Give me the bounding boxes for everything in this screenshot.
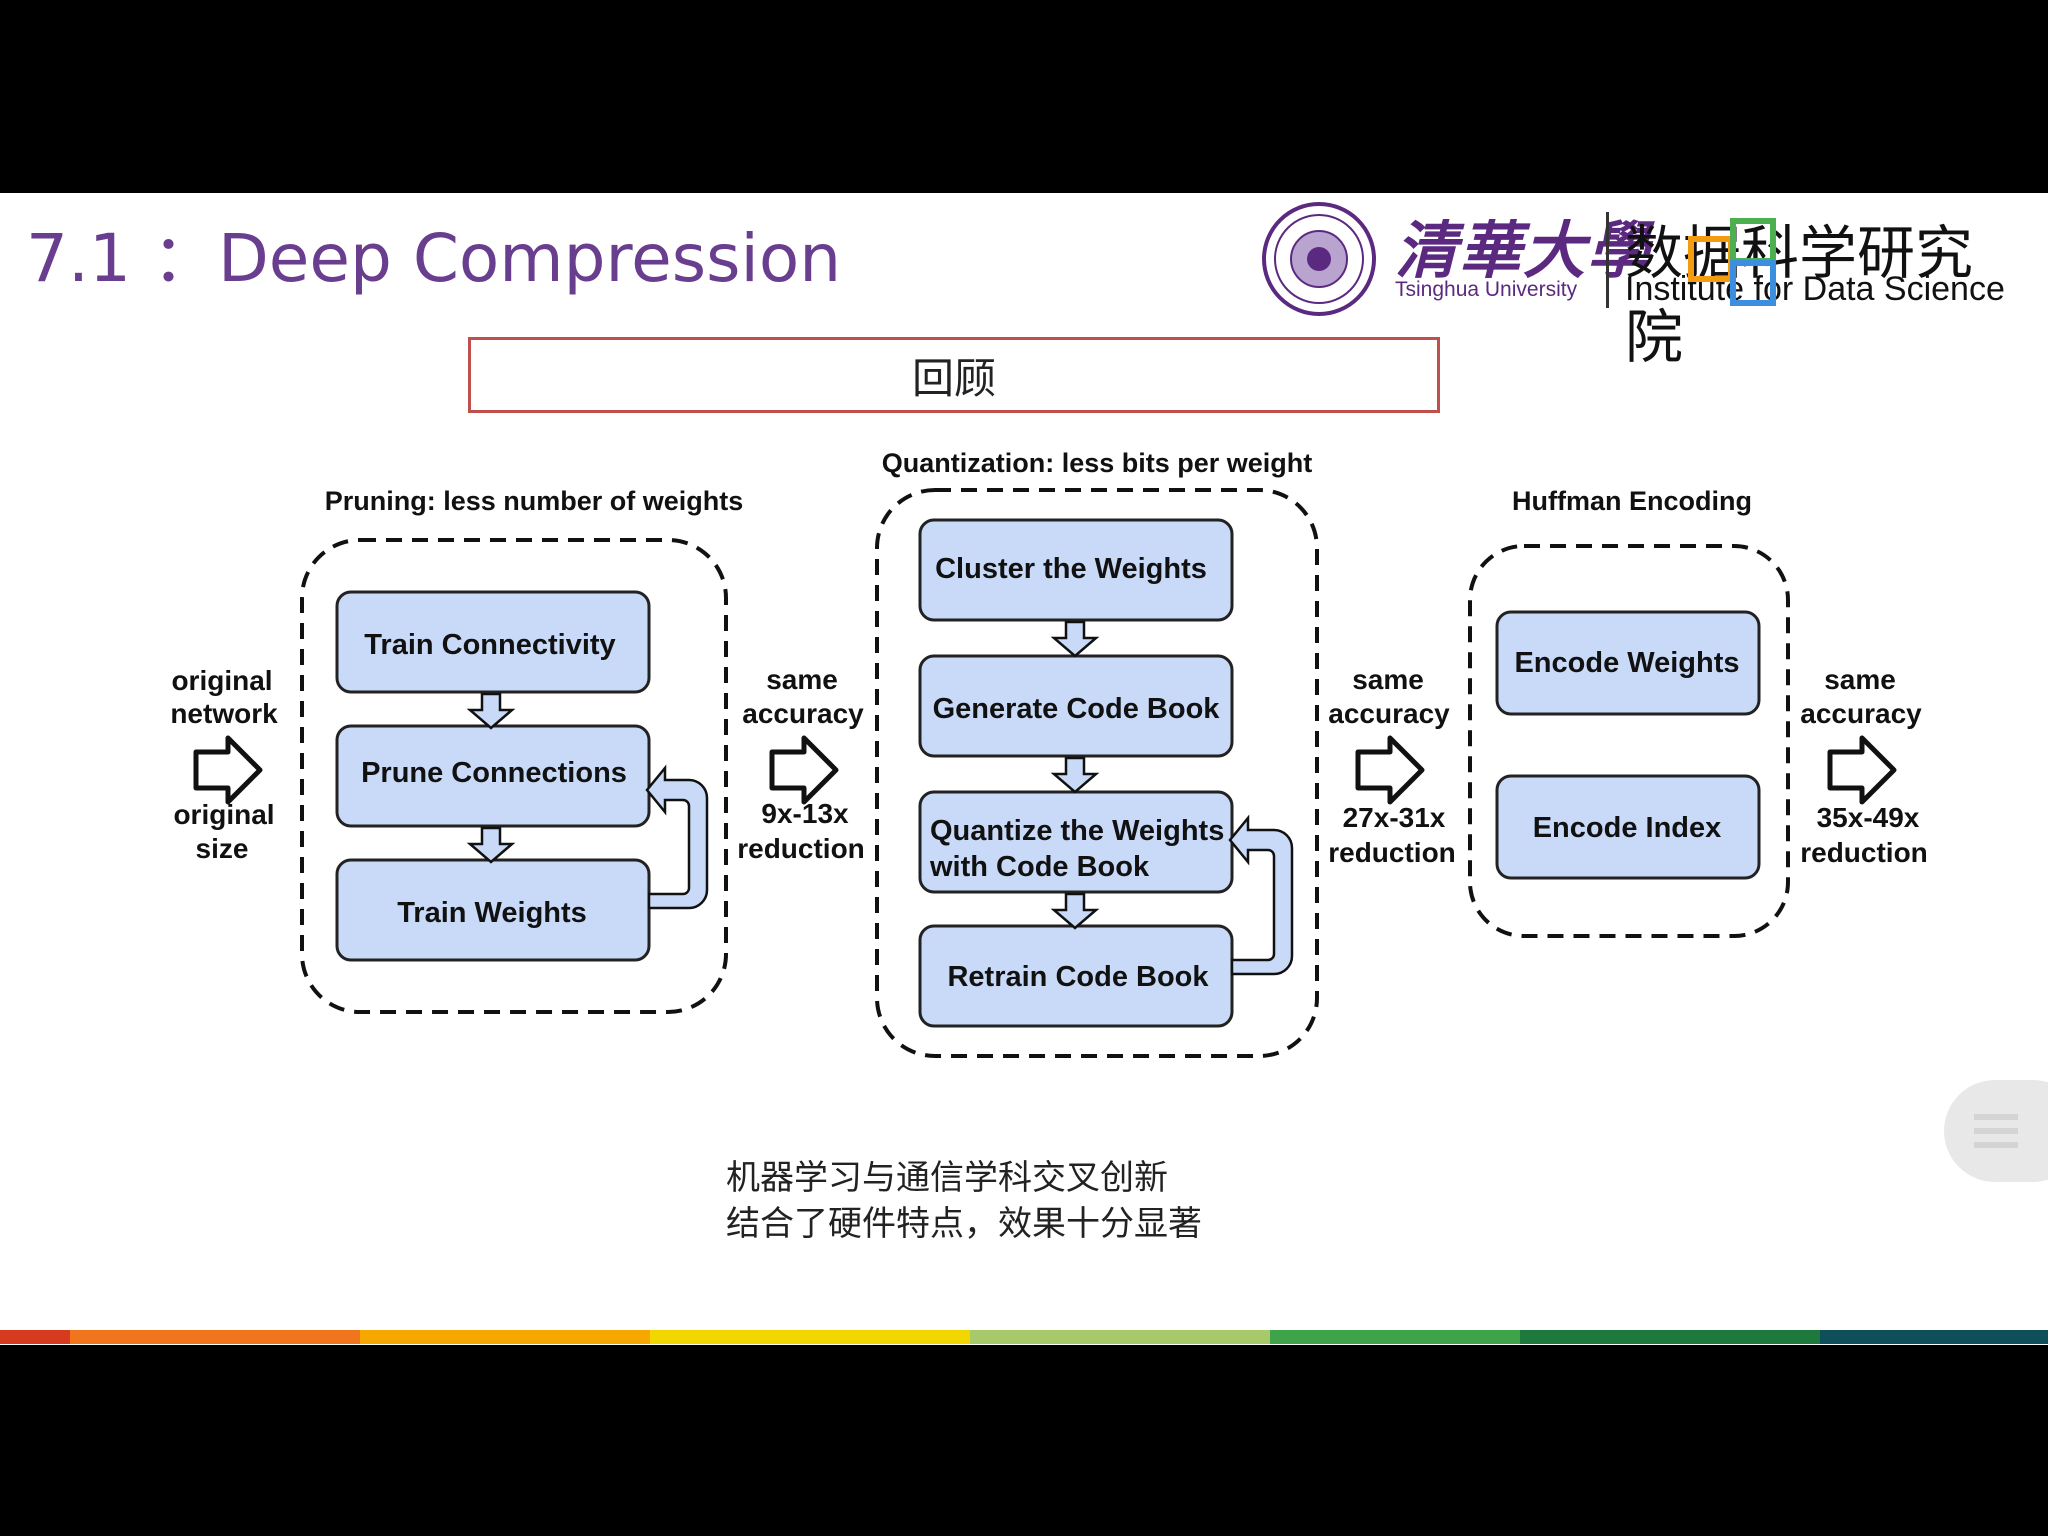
stage2-reduction-label: reduction <box>1328 837 1456 868</box>
menu-icon <box>1974 1128 2018 1134</box>
footer-caption: 机器学习与通信学科交叉创新 结合了硬件特点，效果十分显著 <box>726 1155 1202 1247</box>
stripe-segment <box>70 1330 360 1344</box>
train-connectivity-label: Train Connectivity <box>364 629 615 661</box>
encode-weights-label: Encode Weights <box>1514 647 1739 679</box>
input-label-line2: network <box>170 698 278 729</box>
stage1-reduction-label: reduction <box>737 833 865 864</box>
quantization-heading: Quantization: less bits per weight <box>882 448 1313 478</box>
retrain-code-book-label: Retrain Code Book <box>947 961 1209 993</box>
huffman-heading: Huffman Encoding <box>1512 486 1752 516</box>
down-arrow-icon <box>1050 756 1100 794</box>
right-arrow-icon <box>769 735 839 805</box>
stage3-accuracy-line1: same <box>1824 664 1896 695</box>
stripe-segment <box>970 1330 1270 1344</box>
down-arrow-icon <box>1050 892 1100 930</box>
stripe-segment <box>0 1330 70 1344</box>
stripe-segment <box>1270 1330 1520 1344</box>
down-arrow-icon <box>1050 620 1100 658</box>
stripe-segment <box>1520 1330 1820 1344</box>
stage1-accuracy-line2: accuracy <box>742 698 864 729</box>
stripe-segment <box>1820 1330 2048 1344</box>
footer-line-1: 机器学习与通信学科交叉创新 <box>726 1158 1168 1198</box>
train-weights-label: Train Weights <box>397 897 587 929</box>
stage1-reduction-value: 9x-13x <box>761 798 849 829</box>
generate-code-book-label: Generate Code Book <box>933 693 1221 725</box>
pruning-heading: Pruning: less number of weights <box>325 486 744 516</box>
stage3-accuracy-line2: accuracy <box>1800 698 1922 729</box>
input-size-line1: original <box>173 799 274 830</box>
side-menu-button[interactable] <box>1944 1080 2048 1182</box>
deep-compression-diagram: Pruning: less number of weights Quantiza… <box>170 448 1928 1058</box>
right-arrow-icon <box>1827 735 1897 805</box>
stage1-accuracy-line1: same <box>766 664 838 695</box>
quantize-weights-label-line1: Quantize the Weights <box>930 815 1224 847</box>
pruning-feedback-loop-arrow <box>645 764 709 910</box>
footer-line-2: 结合了硬件特点，效果十分显著 <box>726 1204 1202 1244</box>
input-size-line2: size <box>196 833 249 864</box>
menu-icon <box>1974 1114 2018 1120</box>
input-label-line1: original <box>171 665 272 696</box>
down-arrow-icon <box>466 826 516 864</box>
quantization-feedback-loop-arrow <box>1228 814 1294 976</box>
color-stripe <box>0 1330 2048 1344</box>
encode-index-label: Encode Index <box>1533 812 1722 844</box>
stage2-accuracy-line1: same <box>1352 664 1424 695</box>
menu-icon <box>1974 1142 2018 1148</box>
cluster-weights-label: Cluster the Weights <box>935 553 1207 585</box>
right-arrow-icon <box>1355 735 1425 805</box>
prune-connections-label: Prune Connections <box>361 757 627 789</box>
stripe-segment <box>360 1330 650 1344</box>
stage3-reduction-value: 35x-49x <box>1817 802 1920 833</box>
stripe-segment <box>650 1330 970 1344</box>
stage2-accuracy-line2: accuracy <box>1328 698 1450 729</box>
stage3-reduction-label: reduction <box>1800 837 1928 868</box>
stage2-reduction-value: 27x-31x <box>1343 802 1446 833</box>
right-arrow-icon <box>193 735 263 805</box>
quantize-weights-label-line2: with Code Book <box>929 851 1150 883</box>
down-arrow-icon <box>466 692 516 730</box>
